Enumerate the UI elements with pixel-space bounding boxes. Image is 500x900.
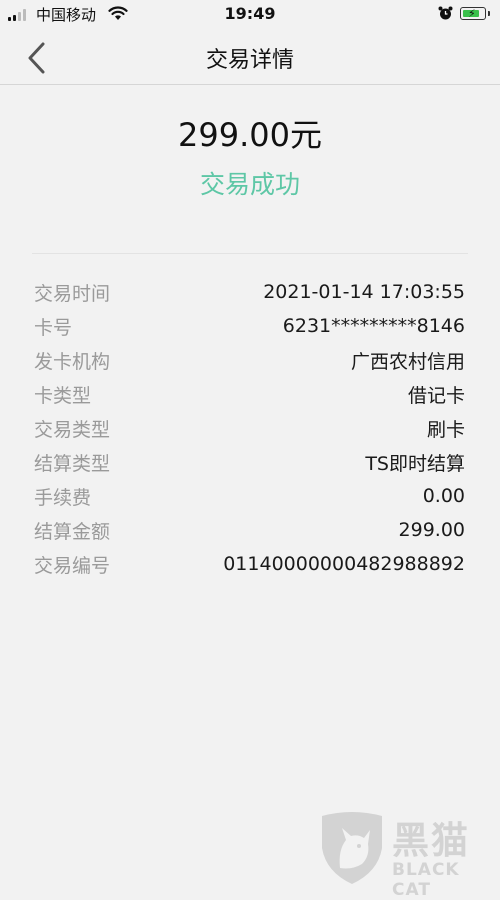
battery-tip [488, 11, 490, 16]
status-bar: 中国移动 19:49 ⚡ [0, 0, 500, 30]
watermark-cn-text: 黑猫 [392, 819, 470, 862]
detail-value: 刷卡 [426, 418, 465, 441]
detail-value: 借记卡 [407, 384, 465, 407]
divider [32, 253, 468, 254]
transaction-details: 交易时间 2021-01-14 17:03:55 卡号 6231********… [34, 275, 465, 581]
detail-label: 交易类型 [34, 418, 111, 441]
cat-shield-icon [322, 812, 382, 884]
detail-label: 结算金额 [34, 520, 111, 543]
detail-label: 卡类型 [34, 384, 92, 407]
detail-value: 01140000000482988892 [223, 553, 465, 575]
detail-value: 299.00 [398, 519, 465, 541]
alarm-icon [438, 6, 453, 20]
transaction-status: 交易成功 [199, 170, 300, 199]
detail-row-settlement-amount: 结算金额 299.00 [34, 513, 465, 547]
detail-value: 2021-01-14 17:03:55 [263, 281, 465, 303]
detail-row-card-number: 卡号 6231*********8146 [34, 309, 465, 343]
detail-label: 交易时间 [34, 282, 111, 305]
back-button[interactable] [22, 40, 54, 76]
detail-label: 卡号 [34, 316, 73, 339]
detail-value: 广西农村信用 [350, 350, 465, 373]
detail-label: 结算类型 [34, 452, 111, 475]
nav-bar: 交易详情 [0, 30, 500, 85]
page-title: 交易详情 [205, 48, 294, 73]
detail-label: 发卡机构 [34, 350, 111, 373]
battery-icon: ⚡ [460, 7, 486, 20]
detail-row-transaction-type: 交易类型 刷卡 [34, 411, 465, 445]
transaction-amount: 299.00元 [178, 116, 322, 154]
detail-row-transaction-id: 交易编号 01140000000482988892 [34, 547, 465, 581]
clock-time: 19:49 [224, 4, 276, 23]
detail-value: TS即时结算 [365, 452, 465, 475]
chevron-left-icon [28, 42, 45, 74]
detail-label: 交易编号 [34, 554, 111, 577]
detail-row-fee: 手续费 0.00 [34, 479, 465, 513]
detail-value: 0.00 [422, 485, 465, 507]
watermark: 黑猫 BLACK CAT [318, 810, 493, 900]
watermark-en-text: BLACK CAT [392, 860, 460, 900]
charging-bolt-icon: ⚡ [468, 7, 476, 20]
detail-row-time: 交易时间 2021-01-14 17:03:55 [34, 275, 465, 309]
detail-label: 手续费 [34, 486, 92, 509]
detail-row-card-type: 卡类型 借记卡 [34, 377, 465, 411]
detail-row-settlement-type: 结算类型 TS即时结算 [34, 445, 465, 479]
detail-value: 6231*********8146 [282, 315, 465, 337]
detail-row-issuer: 发卡机构 广西农村信用 [34, 343, 465, 377]
